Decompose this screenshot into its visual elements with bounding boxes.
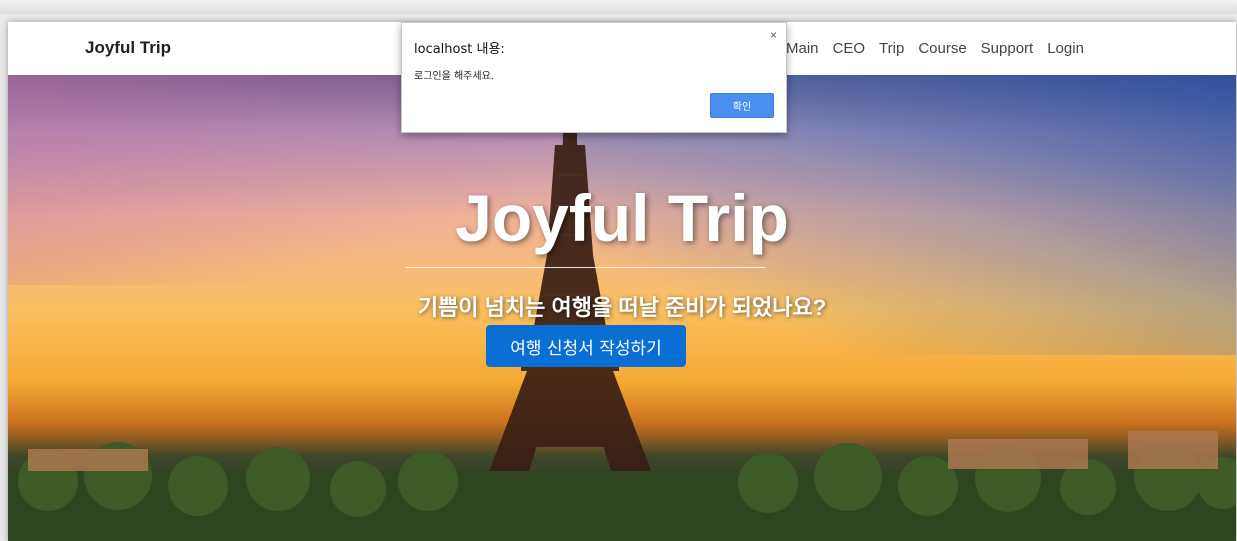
- nav-link-support[interactable]: Support: [981, 40, 1034, 57]
- nav-links: Main CEO Trip Course Support Login: [786, 40, 1098, 57]
- nav-link-main[interactable]: Main: [786, 40, 819, 57]
- hero-divider: [405, 267, 765, 268]
- treeline-image: [8, 431, 1236, 541]
- nav-link-ceo[interactable]: CEO: [833, 40, 866, 57]
- hero-title: Joyful Trip: [455, 181, 789, 255]
- browser-top-strip: [0, 0, 1237, 14]
- nav-link-login[interactable]: Login: [1047, 40, 1084, 57]
- dialog-title: localhost 내용:: [414, 42, 505, 57]
- apply-trip-button[interactable]: 여행 신청서 작성하기: [486, 325, 686, 367]
- nav-link-course[interactable]: Course: [918, 40, 966, 57]
- alert-dialog: localhost 내용: × 로그인을 해주세요. 확인: [401, 22, 787, 133]
- hero-subtitle: 기쁨이 넘치는 여행을 떠날 준비가 되었나요?: [417, 295, 827, 320]
- dialog-ok-button[interactable]: 확인: [710, 93, 774, 118]
- brand-logo[interactable]: Joyful Trip: [85, 38, 171, 58]
- dialog-message: 로그인을 해주세요.: [414, 71, 494, 82]
- hero-section: Joyful Trip 기쁨이 넘치는 여행을 떠날 준비가 되었나요? 여행 …: [8, 75, 1236, 541]
- nav-link-trip[interactable]: Trip: [879, 40, 904, 57]
- close-icon[interactable]: ×: [770, 28, 777, 42]
